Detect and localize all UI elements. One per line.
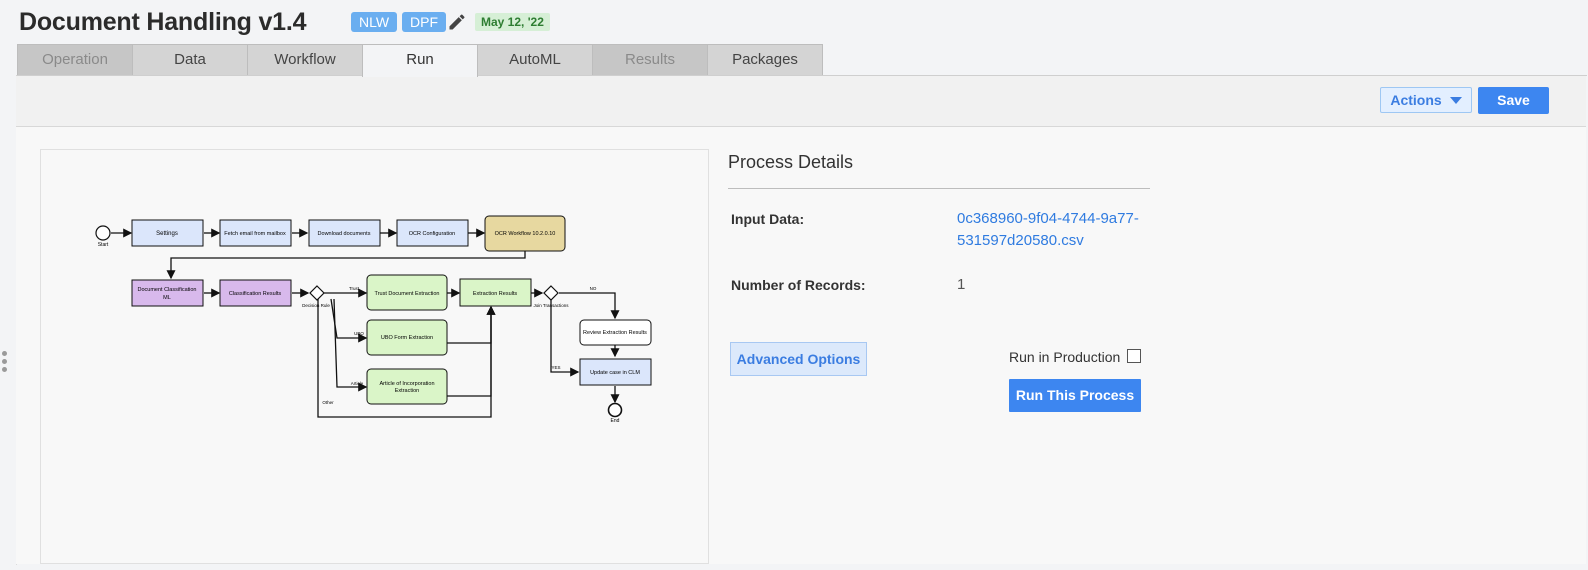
advanced-options-button[interactable]: Advanced Options bbox=[730, 342, 867, 376]
node-ubo-form-extraction[interactable]: UBO Form Extraction bbox=[366, 319, 448, 356]
svg-text:OCR Workflow 10.2.0.10: OCR Workflow 10.2.0.10 bbox=[495, 231, 556, 237]
drag-handle-icon[interactable] bbox=[2, 351, 8, 375]
node-download-documents[interactable]: Download documents bbox=[308, 219, 381, 247]
svg-text:Classification Results: Classification Results bbox=[229, 291, 282, 297]
tab-packages[interactable]: Packages bbox=[707, 44, 823, 75]
date-badge: May 12, '22 bbox=[475, 13, 550, 31]
svg-text:Article of Incorporation: Article of Incorporation bbox=[379, 381, 434, 387]
actions-dropdown[interactable]: Actions bbox=[1380, 87, 1472, 113]
run-process-button[interactable]: Run This Process bbox=[1009, 379, 1141, 412]
node-ocr-configuration[interactable]: OCR Configuration bbox=[396, 219, 469, 247]
workflow-diagram-panel: Start End Settings Fetch email from mail… bbox=[40, 149, 709, 564]
workflow-diagram: Start End Settings Fetch email from mail… bbox=[95, 215, 652, 424]
divider bbox=[728, 188, 1150, 189]
svg-text:Review Extraction Results: Review Extraction Results bbox=[583, 330, 647, 336]
svg-text:Document Classification: Document Classification bbox=[138, 287, 197, 293]
tab-run[interactable]: Run bbox=[362, 44, 478, 77]
svg-text:Update case in CLM: Update case in CLM bbox=[590, 370, 640, 376]
tab-operation[interactable]: Operation bbox=[17, 44, 133, 75]
svg-text:Settings: Settings bbox=[156, 231, 178, 237]
node-settings[interactable]: Settings bbox=[131, 219, 204, 247]
records-label: Number of Records: bbox=[731, 277, 866, 293]
svg-text:Download documents: Download documents bbox=[318, 231, 371, 237]
caret-down-icon bbox=[1449, 96, 1462, 104]
input-data-line2[interactable]: 531597d20580.csv bbox=[957, 230, 1157, 252]
page-title: Document Handling v1.4 bbox=[19, 8, 307, 36]
tab-data[interactable]: Data bbox=[132, 44, 248, 75]
svg-text:UBO Form Extraction: UBO Form Extraction bbox=[381, 335, 433, 341]
tab-automl[interactable]: AutoML bbox=[477, 44, 593, 75]
svg-text:ML: ML bbox=[163, 295, 171, 301]
input-data-link[interactable]: 0c368960-9f04-4744-9a77- 531597d20580.cs… bbox=[957, 208, 1157, 252]
gateway-join-transactions[interactable]: Join Transactions bbox=[533, 285, 569, 308]
svg-text:Trust Document Extraction: Trust Document Extraction bbox=[375, 291, 440, 297]
node-ocr-workflow[interactable]: OCR Workflow 10.2.0.10 bbox=[484, 215, 566, 252]
end-event[interactable] bbox=[607, 402, 623, 418]
svg-text:Decision Rule: Decision Rule bbox=[302, 303, 330, 308]
svg-text:Extraction: Extraction bbox=[395, 388, 419, 394]
input-data-label: Input Data: bbox=[731, 211, 805, 227]
edge-label-other: Other bbox=[322, 400, 334, 405]
tab-workflow[interactable]: Workflow bbox=[247, 44, 363, 75]
start-label: Start bbox=[98, 242, 109, 248]
toolbar bbox=[16, 76, 1586, 127]
tab-bar: Operation Data Workflow Run AutoML Resul… bbox=[17, 44, 823, 77]
node-article-of-incorporation[interactable]: Article of Incorporation Extraction bbox=[366, 368, 448, 405]
node-update-case-clm[interactable]: Update case in CLM bbox=[579, 358, 652, 386]
tag-chip-nlw[interactable]: NLW bbox=[351, 12, 398, 32]
edge-label-no: NO bbox=[590, 286, 597, 291]
edge-label-yes: YES bbox=[551, 365, 560, 370]
start-event[interactable] bbox=[95, 225, 111, 241]
svg-text:OCR Configuration: OCR Configuration bbox=[409, 231, 455, 237]
svg-text:Fetch email from mailbox: Fetch email from mailbox bbox=[224, 231, 286, 237]
process-details-title: Process Details bbox=[728, 152, 854, 172]
edge-label-article: Article bbox=[351, 381, 364, 386]
svg-text:Extraction Results: Extraction Results bbox=[473, 291, 518, 297]
node-trust-document-extraction[interactable]: Trust Document Extraction bbox=[366, 274, 448, 311]
node-document-classification[interactable]: Document Classification ML bbox=[131, 279, 204, 307]
end-label: End bbox=[611, 418, 620, 424]
node-review-extraction-results[interactable]: Review Extraction Results bbox=[579, 319, 652, 346]
input-data-line1[interactable]: 0c368960-9f04-4744-9a77- bbox=[957, 208, 1157, 230]
svg-text:Join Transactions: Join Transactions bbox=[533, 303, 569, 308]
edge-label-trust: Trust bbox=[349, 286, 360, 291]
pencil-edit-icon[interactable] bbox=[447, 12, 467, 32]
node-classification-results[interactable]: Classification Results bbox=[219, 279, 292, 307]
run-in-production-checkbox[interactable] bbox=[1127, 349, 1141, 363]
gateway-decision-rule[interactable]: Decision Rule bbox=[302, 285, 330, 308]
records-value: 1 bbox=[957, 276, 966, 293]
node-extraction-results[interactable]: Extraction Results bbox=[459, 278, 532, 307]
tag-chip-dpf[interactable]: DPF bbox=[402, 12, 446, 32]
node-fetch-email[interactable]: Fetch email from mailbox bbox=[219, 219, 292, 247]
edge-label-ubo: UBO bbox=[354, 331, 364, 336]
save-button[interactable]: Save bbox=[1478, 87, 1549, 114]
run-in-production-label: Run in Production bbox=[1009, 349, 1121, 365]
actions-label: Actions bbox=[1390, 92, 1442, 108]
tab-results[interactable]: Results bbox=[592, 44, 708, 75]
